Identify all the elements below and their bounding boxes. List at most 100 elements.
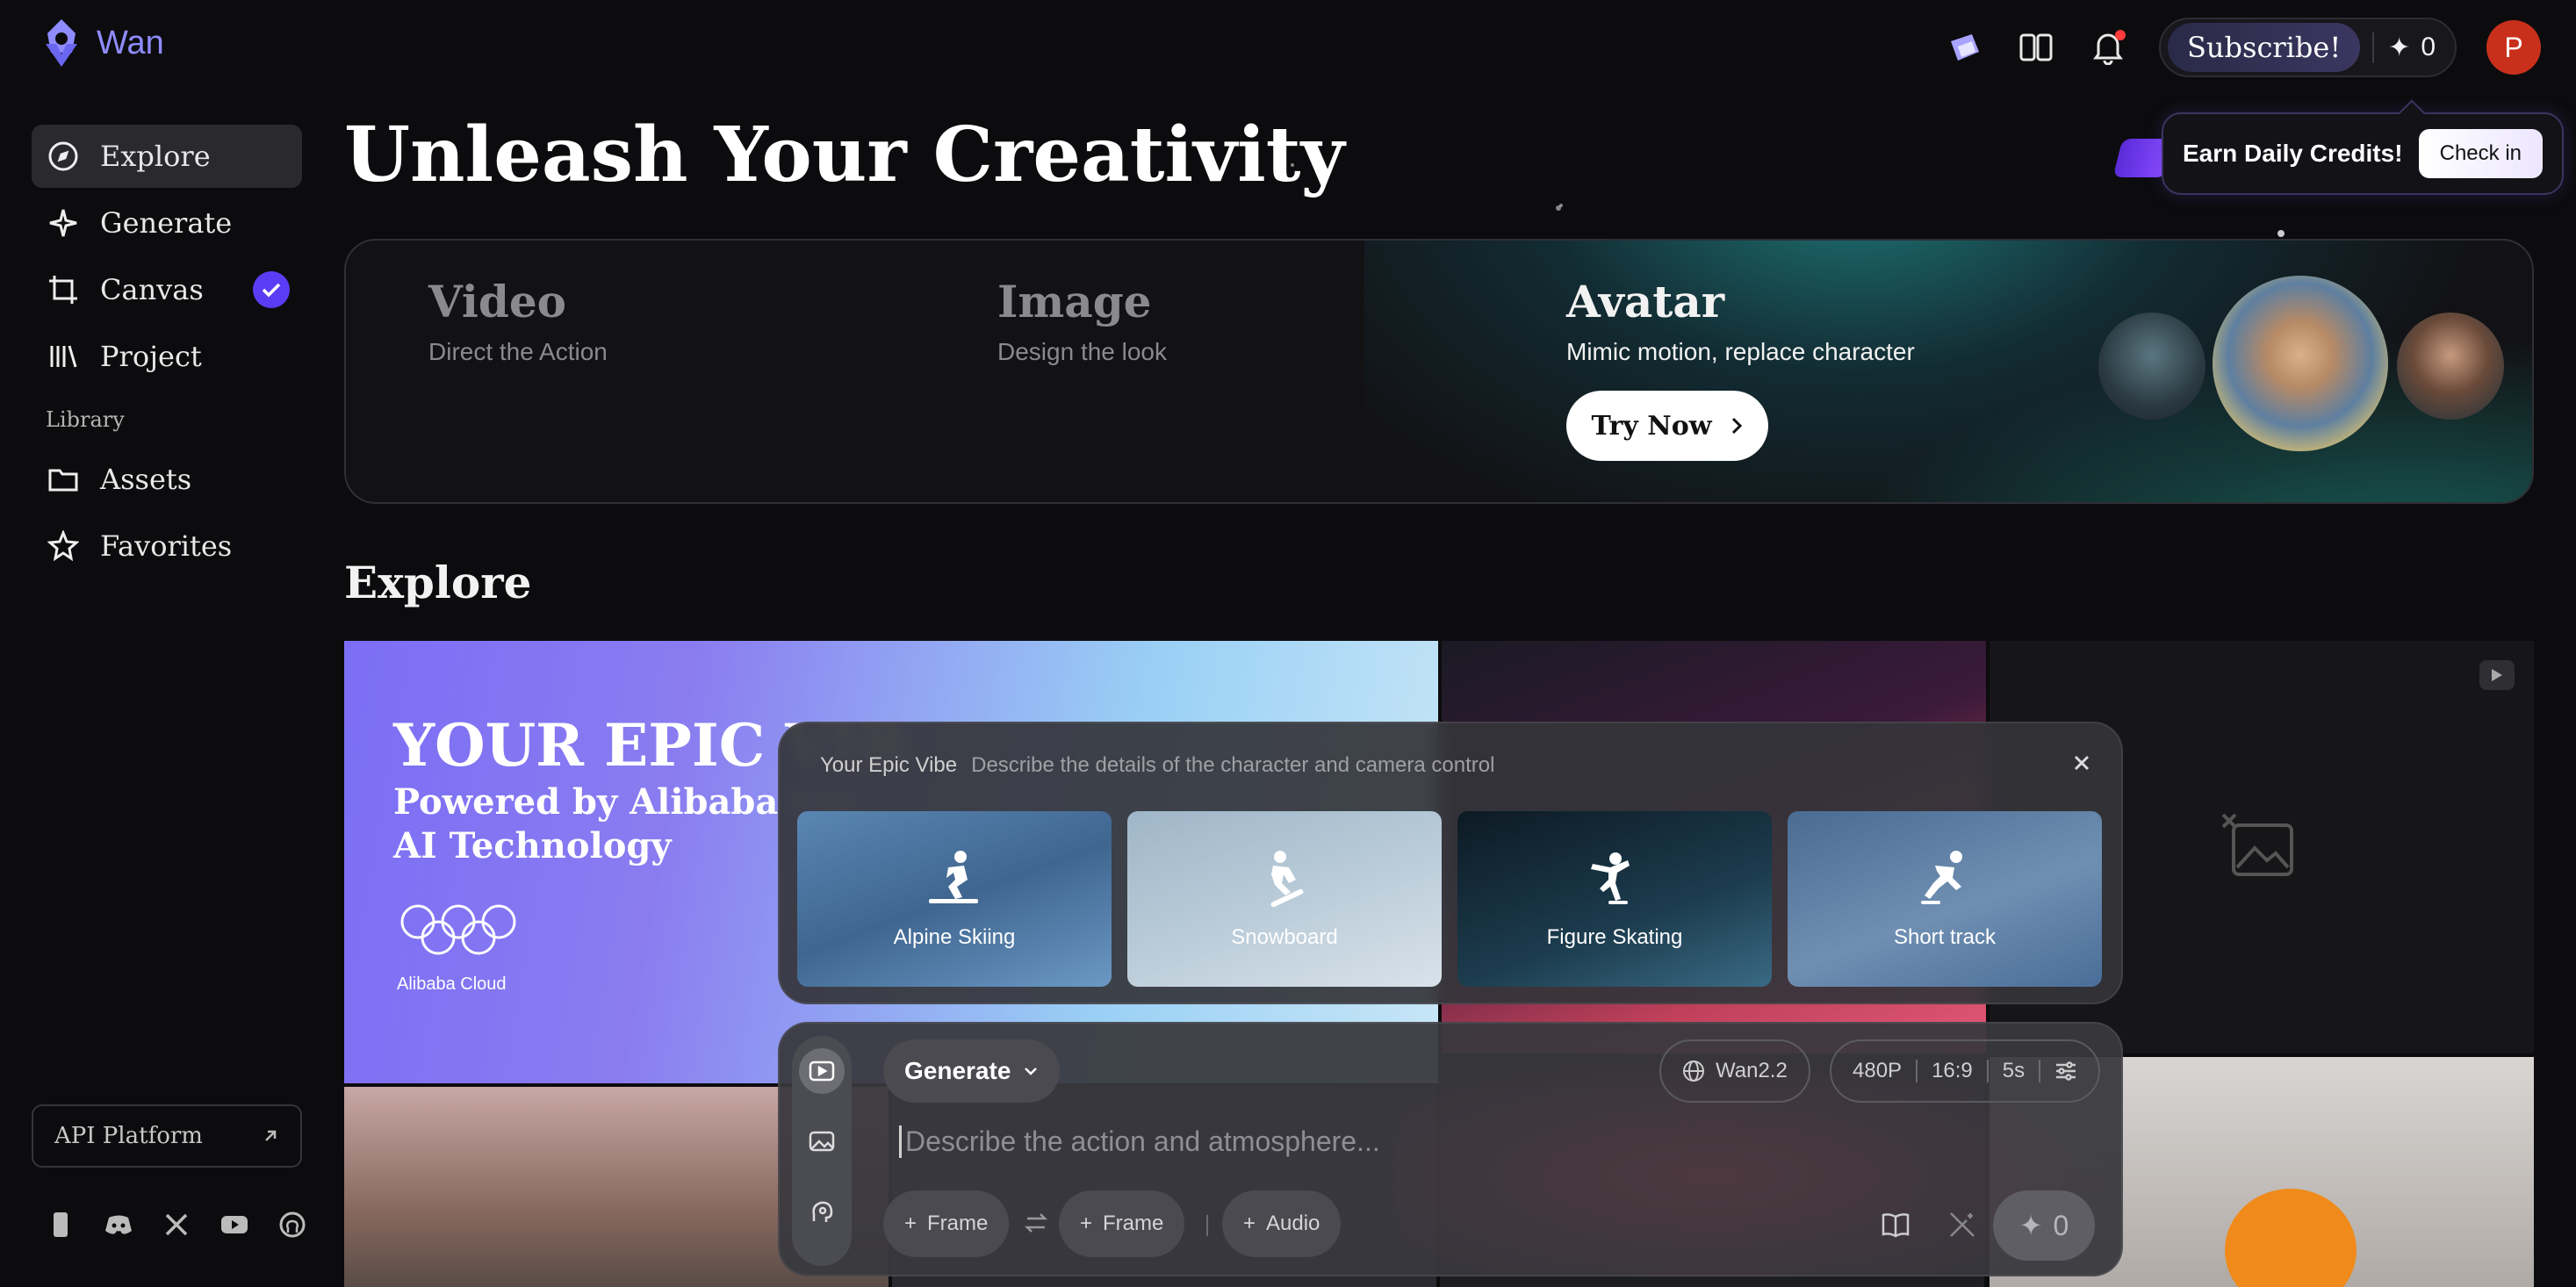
figure-skating-icon (1591, 852, 1630, 904)
daily-credits-text: Earn Daily Credits! (2183, 140, 2403, 167)
try-now-button[interactable]: Try Now (1566, 391, 1768, 461)
plus-icon: + (1243, 1212, 1256, 1235)
compass-icon (46, 139, 81, 174)
broken-image-icon (2221, 813, 2293, 876)
app-name: Wan (97, 24, 164, 61)
duration-value: 5s (2002, 1059, 2026, 1082)
skiing-icon (929, 851, 978, 903)
github-icon[interactable] (277, 1210, 307, 1240)
hero-image-subtitle: Design the look (997, 338, 1168, 365)
folder-icon (46, 462, 81, 497)
sidebar: Explore Generate Canvas Project Library … (32, 125, 302, 581)
generate-composer: Generate Wan2.2 480P 16:9 5s Describe th… (778, 1022, 2123, 1276)
avatar-sample-2 (2213, 276, 2388, 451)
vibe-panel-description: Describe the details of the character an… (971, 753, 1495, 777)
vibe-option-short-track[interactable]: Short track (1788, 811, 2102, 987)
model-name: Wan2.2 (1716, 1059, 1788, 1082)
check-in-button[interactable]: Check in (2418, 129, 2543, 178)
prompt-input[interactable]: Describe the action and atmosphere... (899, 1125, 1380, 1158)
x-icon[interactable] (162, 1210, 191, 1240)
library-icon (46, 339, 81, 374)
swap-icon[interactable] (1024, 1212, 1048, 1234)
generate-mode-dropdown[interactable]: Generate (883, 1039, 1061, 1103)
close-icon[interactable] (2069, 750, 2095, 776)
sidebar-item-label: Generate (100, 206, 233, 240)
sparkle-icon: ✦ (2018, 1210, 2043, 1241)
avatar-mode-icon[interactable] (799, 1189, 845, 1234)
daily-credits-popup: Earn Daily Credits! Check in (2162, 112, 2564, 195)
page-title: Unleash Your Creativity (344, 111, 1345, 199)
video-mode-icon[interactable] (799, 1048, 845, 1094)
add-start-frame-button[interactable]: + Frame (883, 1190, 1010, 1257)
vibe-option-label: Snowboard (1231, 925, 1338, 949)
sparkle-icon: ✦ (2388, 32, 2411, 62)
credits-value: 0 (2421, 32, 2436, 61)
check-icon (253, 271, 290, 308)
vibe-option-alpine-skiing[interactable]: Alpine Skiing (797, 811, 1112, 987)
vibe-option-label: Short track (1893, 925, 1997, 949)
snowboard-icon (1270, 851, 1304, 908)
explore-section-title: Explore (344, 557, 532, 608)
hero-avatar-tab[interactable]: Avatar Mimic motion, replace character T… (1566, 276, 1915, 461)
notification-dot (2115, 30, 2126, 40)
speed-skating-icon (1921, 851, 1962, 904)
mode-rail (792, 1036, 852, 1266)
star-decoration (2277, 230, 2285, 237)
divider (1986, 1060, 1989, 1082)
divider (1916, 1060, 1918, 1082)
video-settings-selector[interactable]: 480P 16:9 5s (1830, 1039, 2101, 1103)
magic-wand-icon[interactable] (1944, 1206, 1981, 1243)
api-platform-button[interactable]: API Platform (32, 1104, 302, 1168)
try-now-label: Try Now (1591, 410, 1712, 442)
vibe-option-figure-skating[interactable]: Figure Skating (1457, 811, 1772, 987)
arrow-up-right-icon (265, 1130, 277, 1141)
epic-vibe-panel: Your Epic Vibe Describe the details of t… (778, 722, 2123, 1004)
alibaba-cloud-partner: Alibaba Cloud (397, 974, 507, 994)
discord-icon[interactable] (104, 1210, 133, 1240)
youtube-icon[interactable] (219, 1210, 249, 1240)
sidebar-item-canvas[interactable]: Canvas (32, 258, 302, 321)
credits-counter[interactable]: ✦ 0 (2372, 32, 2448, 63)
api-platform-label: API Platform (54, 1123, 203, 1149)
sidebar-item-assets[interactable]: Assets (32, 448, 302, 511)
olympic-rings-logo (400, 904, 516, 955)
star-decoration (1556, 205, 1561, 211)
phone-icon[interactable] (46, 1210, 76, 1240)
subscribe-button[interactable]: Subscribe! (2168, 23, 2361, 72)
vibe-option-snowboard[interactable]: Snowboard (1127, 811, 1442, 987)
book-icon[interactable] (2015, 26, 2057, 68)
vibe-panel-title: Your Epic Vibe (820, 753, 958, 777)
hero-image-tab[interactable]: Image Design the look (997, 276, 1167, 366)
library-section-label: Library (46, 407, 125, 432)
resolution-value: 480P (1853, 1059, 1903, 1082)
add-audio-button[interactable]: + Audio (1222, 1190, 1342, 1257)
hero-avatar-title: Avatar (1566, 276, 1725, 327)
chip-label: Frame (927, 1212, 989, 1235)
sidebar-item-project[interactable]: Project (32, 325, 302, 388)
play-icon (2479, 660, 2515, 690)
hero-video-tab[interactable]: Video Direct the Action (428, 276, 608, 366)
hero-video-title: Video (428, 276, 567, 327)
pumpkin-decoration (2225, 1189, 2357, 1287)
plus-icon: + (904, 1212, 917, 1235)
sidebar-item-label: Assets (100, 463, 192, 496)
sidebar-item-explore[interactable]: Explore (32, 125, 302, 188)
user-avatar[interactable]: P (2486, 20, 2541, 75)
generate-submit-button[interactable]: ✦ 0 (1993, 1190, 2095, 1261)
app-logo[interactable]: Wan (37, 18, 164, 68)
globe-icon (1683, 1061, 1704, 1082)
gift-icon[interactable] (1943, 26, 1985, 68)
chevron-right-icon (1731, 417, 1742, 435)
sidebar-item-favorites[interactable]: Favorites (32, 514, 302, 578)
image-mode-icon[interactable] (799, 1118, 845, 1164)
social-links (46, 1210, 307, 1240)
prompt-guide-book-icon[interactable] (1877, 1206, 1914, 1243)
sidebar-item-generate[interactable]: Generate (32, 191, 302, 255)
model-selector[interactable]: Wan2.2 (1659, 1039, 1810, 1103)
chip-label: Audio (1266, 1212, 1320, 1235)
vibe-option-label: Figure Skating (1546, 925, 1683, 949)
sidebar-item-label: Favorites (100, 529, 233, 563)
aspect-ratio-value: 16:9 (1932, 1059, 1973, 1082)
bell-icon[interactable] (2087, 26, 2129, 68)
add-end-frame-button[interactable]: + Frame (1059, 1190, 1185, 1257)
